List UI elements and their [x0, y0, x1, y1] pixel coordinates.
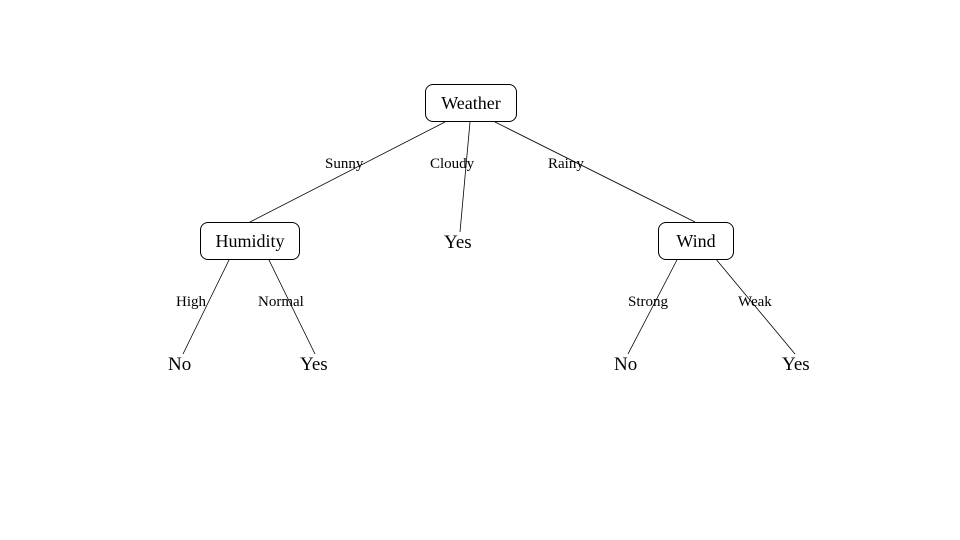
edge-label-cloudy: Cloudy: [430, 156, 474, 173]
leaf-high-no: No: [168, 354, 191, 376]
tree-edges-svg: [0, 0, 960, 540]
leaf-normal-yes: Yes: [300, 354, 328, 376]
node-label: Humidity: [216, 231, 285, 252]
leaf-strong-no: No: [614, 354, 637, 376]
edge-label-weak: Weak: [738, 294, 772, 311]
node-label: Weather: [441, 93, 501, 114]
edge-label-high: High: [176, 294, 206, 311]
node-wind: Wind: [658, 222, 734, 260]
edge-label-strong: Strong: [628, 294, 668, 311]
node-label: Wind: [676, 231, 715, 252]
node-weather: Weather: [425, 84, 517, 122]
leaf-cloudy-yes: Yes: [444, 232, 472, 254]
edge-label-normal: Normal: [258, 294, 304, 311]
leaf-weak-yes: Yes: [782, 354, 810, 376]
node-humidity: Humidity: [200, 222, 300, 260]
edge-label-sunny: Sunny: [325, 156, 363, 173]
edge-label-rainy: Rainy: [548, 156, 584, 173]
